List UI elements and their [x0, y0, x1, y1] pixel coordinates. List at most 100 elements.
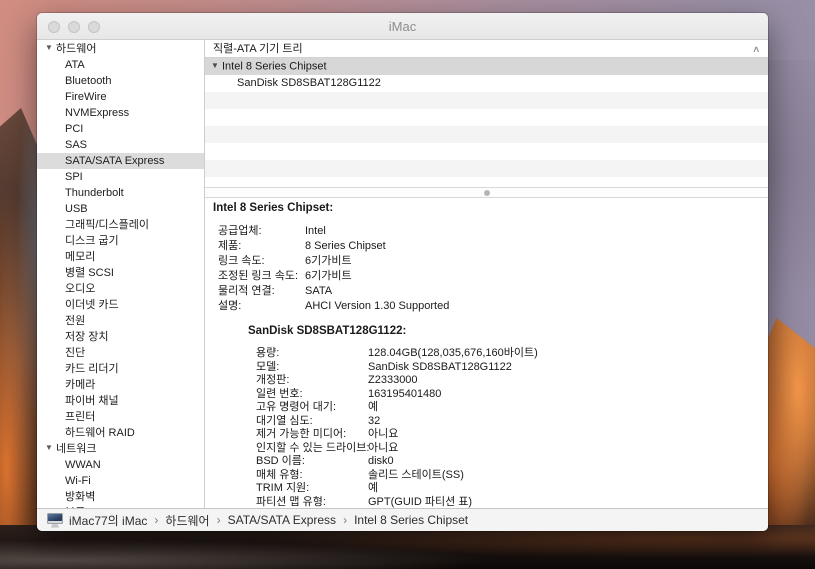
sidebar-item[interactable]: ATA: [37, 57, 204, 73]
breadcrumb-item[interactable]: 하드웨어: [165, 512, 209, 529]
wallpaper-rocks-bottom: [0, 525, 815, 569]
sidebar-item-label: WWAN: [65, 459, 101, 471]
sidebar-item[interactable]: 오디오: [37, 281, 204, 297]
sidebar-item[interactable]: 전원: [37, 313, 204, 329]
sidebar-item-label: 전원: [65, 315, 85, 327]
tree-row[interactable]: SanDisk SD8SBAT128G1122: [205, 75, 768, 92]
detail-row: TRIM 지원:예: [256, 482, 768, 496]
sidebar-item[interactable]: 카드 리더기: [37, 361, 204, 377]
sidebar-item[interactable]: 병렬 SCSI: [37, 265, 204, 281]
sidebar-item[interactable]: 저장 장치: [37, 329, 204, 345]
sidebar-item-label: 카드 리더기: [65, 363, 119, 375]
breadcrumb-separator: ›: [217, 513, 221, 527]
detail-row: 물리적 연결:SATA: [218, 284, 768, 299]
sidebar-item[interactable]: 파이버 채널: [37, 393, 204, 409]
sidebar-item[interactable]: 프린터: [37, 409, 204, 425]
sidebar-item[interactable]: 하드웨어 RAID: [37, 425, 204, 441]
detail-value: SATA: [305, 284, 332, 299]
detail-value: 솔리드 스테이트(SS): [368, 469, 464, 483]
detail-value: 6기가비트: [305, 269, 352, 284]
disclosure-triangle-icon: ▼: [45, 40, 56, 56]
details-pane: Intel 8 Series Chipset:공급업체:Intel제품:8 Se…: [205, 198, 768, 508]
sidebar-item[interactable]: NVMExpress: [37, 105, 204, 121]
sidebar-item[interactable]: 그래픽/디스플레이: [37, 217, 204, 233]
sidebar-item[interactable]: 방화벽: [37, 489, 204, 505]
detail-value: 예: [368, 482, 378, 496]
detail-table: 용량:128.04GB(128,035,676,160바이트)모델:SanDis…: [256, 347, 768, 508]
breadcrumb-item[interactable]: Intel 8 Series Chipset: [354, 513, 468, 527]
disclosure-triangle-icon: ▼: [211, 58, 222, 74]
desktop-wallpaper: iMac ▼하드웨어ATABluetoothFireWireNVMExpress…: [0, 0, 815, 569]
sidebar-item[interactable]: SPI: [37, 169, 204, 185]
detail-value: SanDisk SD8SBAT128G1122: [368, 361, 512, 375]
detail-key: 개정판:: [256, 374, 368, 388]
device-tree-rows: ▼Intel 8 Series ChipsetSanDisk SD8SBAT12…: [205, 58, 768, 187]
sidebar-item-label: 오디오: [65, 283, 95, 295]
detail-key: TRIM 지원:: [256, 482, 368, 496]
sidebar-item[interactable]: Thunderbolt: [37, 185, 204, 201]
breadcrumb-separator: ›: [154, 513, 158, 527]
detail-value: 163195401480: [368, 388, 441, 402]
sidebar-item[interactable]: FireWire: [37, 89, 204, 105]
sidebar-item-label: Bluetooth: [65, 75, 111, 87]
sidebar-item-label: SATA/SATA Express: [65, 155, 164, 167]
sidebar-section-label: 하드웨어: [56, 43, 96, 55]
sidebar-item[interactable]: 카메라: [37, 377, 204, 393]
computer-icon: [47, 513, 63, 528]
sidebar-item[interactable]: SATA/SATA Express: [37, 153, 204, 169]
sidebar-item-label: 카메라: [65, 379, 95, 391]
sidebar-item[interactable]: SAS: [37, 137, 204, 153]
tree-row[interactable]: ▼Intel 8 Series Chipset: [205, 58, 768, 75]
sidebar-item[interactable]: PCI: [37, 121, 204, 137]
detail-row: 조정된 링크 속도:6기가비트: [218, 269, 768, 284]
detail-key: 고유 명령어 대기:: [256, 401, 368, 415]
detail-key: 용량:: [256, 347, 368, 361]
sidebar-item-label: Thunderbolt: [65, 187, 124, 199]
sidebar-item-label: NVMExpress: [65, 107, 129, 119]
sidebar-item-label: 병렬 SCSI: [65, 267, 114, 279]
detail-value: Intel: [305, 224, 326, 239]
detail-row: BSD 이름:disk0: [256, 455, 768, 469]
tree-row-label: Intel 8 Series Chipset: [222, 60, 327, 72]
detail-value: GPT(GUID 파티션 표): [368, 496, 472, 509]
sidebar-item[interactable]: WWAN: [37, 457, 204, 473]
breadcrumb-item[interactable]: iMac77의 iMac: [69, 512, 147, 529]
pane-splitter[interactable]: [205, 187, 768, 198]
detail-value: 8 Series Chipset: [305, 239, 386, 254]
sidebar-item-label: ATA: [65, 59, 85, 71]
detail-section: Intel 8 Series Chipset:공급업체:Intel제품:8 Se…: [205, 202, 768, 314]
breadcrumb-item[interactable]: SATA/SATA Express: [228, 513, 336, 527]
detail-row: 링크 속도:6기가비트: [218, 254, 768, 269]
sidebar-item[interactable]: 이더넷 카드: [37, 297, 204, 313]
window-titlebar[interactable]: iMac: [37, 13, 768, 40]
window-content: ▼하드웨어ATABluetoothFireWireNVMExpressPCISA…: [37, 40, 768, 508]
sidebar-item[interactable]: USB: [37, 201, 204, 217]
sidebar-item-label: PCI: [65, 123, 83, 135]
sidebar-item[interactable]: Wi-Fi: [37, 473, 204, 489]
sidebar-item-label: 디스크 굽기: [65, 235, 119, 247]
sidebar-item[interactable]: Bluetooth: [37, 73, 204, 89]
sidebar-item-label: SPI: [65, 171, 83, 183]
detail-key: 제품:: [218, 239, 305, 254]
sidebar-item[interactable]: 디스크 굽기: [37, 233, 204, 249]
sidebar-item-label: 방화벽: [65, 491, 95, 503]
sidebar-section[interactable]: ▼하드웨어: [37, 41, 204, 57]
detail-row: 설명:AHCI Version 1.30 Supported: [218, 299, 768, 314]
device-tree-header[interactable]: 직렬-ATA 기기 트리 ∧: [205, 40, 768, 58]
detail-key: 물리적 연결:: [218, 284, 305, 299]
detail-section: SanDisk SD8SBAT128G1122:용량:128.04GB(128,…: [205, 325, 768, 508]
sidebar-item-label: 메모리: [65, 251, 95, 263]
detail-row: 공급업체:Intel: [218, 224, 768, 239]
disclosure-triangle-icon: ▼: [45, 440, 56, 456]
sidebar-item[interactable]: 진단: [37, 345, 204, 361]
window-title: iMac: [37, 13, 768, 40]
detail-key: BSD 이름:: [256, 455, 368, 469]
main-pane: 직렬-ATA 기기 트리 ∧ ▼Intel 8 Series ChipsetSa…: [205, 40, 768, 508]
sidebar-section[interactable]: ▼네트워크: [37, 441, 204, 457]
breadcrumb: iMac77의 iMac›하드웨어›SATA/SATA Express›Inte…: [69, 512, 468, 529]
detail-row: 매체 유형:솔리드 스테이트(SS): [256, 469, 768, 483]
sidebar-item-label: 하드웨어 RAID: [65, 427, 135, 439]
sidebar-item[interactable]: 메모리: [37, 249, 204, 265]
detail-value: 예: [368, 401, 378, 415]
detail-row: 모델:SanDisk SD8SBAT128G1122: [256, 361, 768, 375]
